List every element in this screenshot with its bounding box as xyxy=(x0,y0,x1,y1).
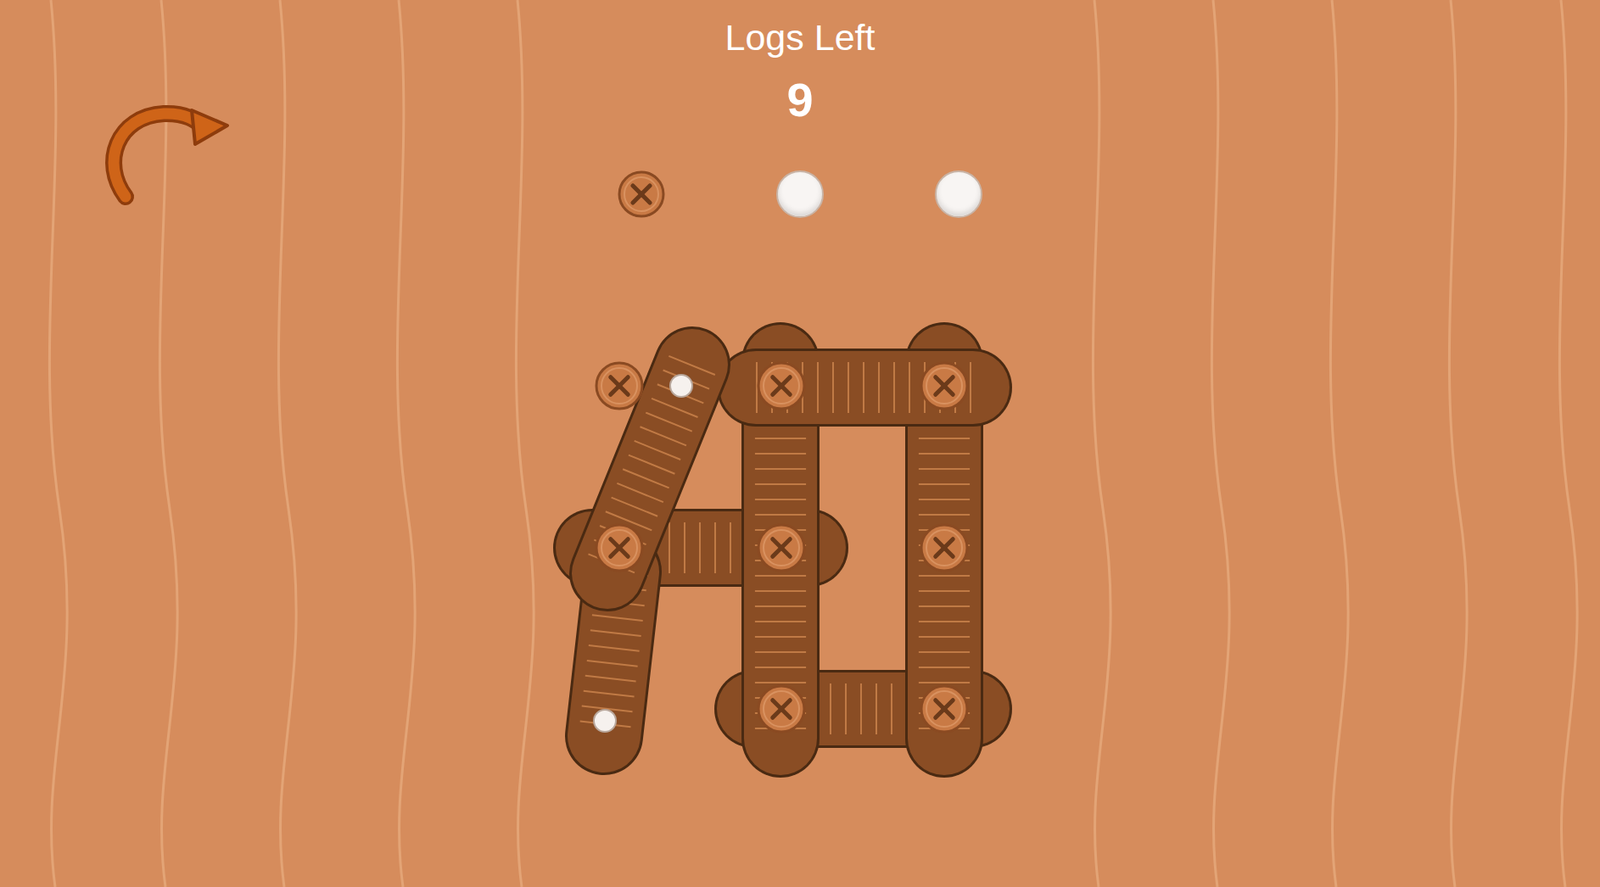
wood-grain xyxy=(515,0,534,887)
logs-left-count: 9 xyxy=(786,74,813,126)
screw[interactable] xyxy=(758,686,805,733)
game-screen: Logs Left 9 xyxy=(0,0,1600,887)
wood-grain xyxy=(1092,0,1111,887)
wood-grain xyxy=(278,0,297,887)
game-board xyxy=(0,0,1600,887)
screw[interactable] xyxy=(596,525,643,571)
wood-grain xyxy=(397,0,415,887)
screw-tray xyxy=(617,170,983,219)
wood-grain xyxy=(1559,0,1578,887)
screw[interactable] xyxy=(921,686,968,733)
screw[interactable] xyxy=(921,525,968,571)
wood-grain xyxy=(1448,0,1467,887)
tray-hole[interactable] xyxy=(934,170,983,219)
screw[interactable] xyxy=(758,363,805,409)
undo-button[interactable] xyxy=(100,95,233,218)
wood-grain xyxy=(1211,0,1230,887)
logs-left-title: Logs Left xyxy=(725,16,876,59)
screw[interactable] xyxy=(596,363,643,409)
tray-hole[interactable] xyxy=(776,170,824,219)
screw[interactable] xyxy=(921,363,968,409)
undo-arrow-icon xyxy=(100,95,233,218)
tray-screw[interactable] xyxy=(617,170,666,219)
header: Logs Left 9 xyxy=(0,0,1600,219)
wood-grain xyxy=(1330,0,1349,887)
wood-grain xyxy=(49,0,68,887)
screw[interactable] xyxy=(758,525,805,571)
screw-hole[interactable] xyxy=(670,374,693,398)
screw-hole[interactable] xyxy=(593,710,616,733)
